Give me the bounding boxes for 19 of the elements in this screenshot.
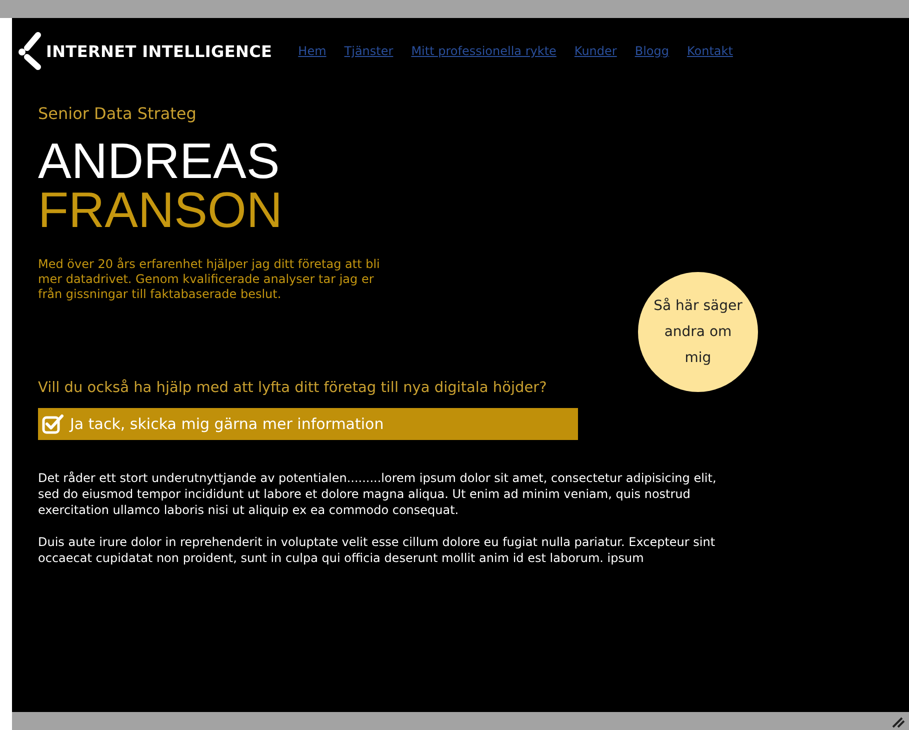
body-paragraph: Det råder ett stort underutnyttjande av potentialen.........lorem ipsum dolor sit amet, consectetur adipisicing elit, sed do eiusmod tempor incididunt ut labore et dolore magna aliqua. Ut enim ad minim veniam, quis nostrud exercitation ullamco laboris nisi ut aliquip ex ea commodo consequat.: [38, 470, 718, 518]
question-text: Vill du också ha hjälp med att lyfta ditt företag till nya digitala höjder?: [38, 380, 548, 396]
intro-text: Med över 20 års erfarenhet hjälper jag ditt företag att bli mer datadrivet. Genom kvalificerade analyser tar jag er från gissningar till faktabaserade beslut.: [38, 257, 381, 302]
nav-link[interactable]: Blogg: [634, 44, 669, 58]
nav-link[interactable]: Kontakt: [687, 44, 733, 58]
nav-link[interactable]: Kunder: [574, 44, 617, 58]
nav-link[interactable]: Hem: [298, 44, 326, 58]
testimonials-button[interactable]: Så här säger andra om mig: [638, 272, 758, 392]
nav-link[interactable]: Tjänster: [344, 44, 394, 58]
nav-link[interactable]: Mitt professionella rykte: [411, 44, 556, 58]
job-title: Senior Data Strateg: [38, 104, 198, 123]
logo-icon: [18, 32, 42, 70]
last-name: FRANSON: [38, 185, 284, 235]
resize-grip-icon[interactable]: [891, 716, 905, 728]
first-name: ANDREAS: [38, 137, 281, 185]
body-paragraph: Duis aute irure dolor in reprehenderit in voluptate velit esse cillum dolore eu fugiat nulla pariatur. Excepteur sint occaecat cupidatat non proident, sunt in culpa qui officia deserunt mollit anim id est laborum. ipsum: [38, 534, 716, 566]
checkbox-icon[interactable]: [42, 414, 64, 434]
consent-checkbox[interactable]: Ja tack, skicka mig gärna mer information: [38, 408, 578, 440]
logo-text: INTERNET INTELLIGENCE: [46, 42, 272, 60]
